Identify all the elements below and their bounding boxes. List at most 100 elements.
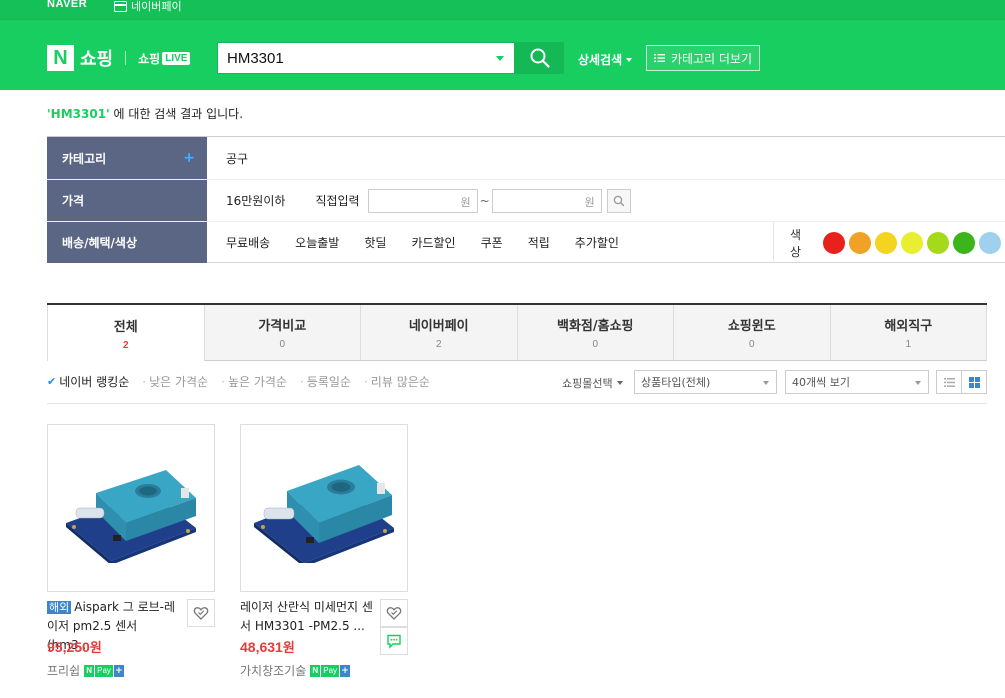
- price-tilde: ~: [479, 193, 490, 208]
- seller-name[interactable]: 가치창조기술: [240, 662, 306, 679]
- bullet-dot: ·: [363, 374, 368, 389]
- filter-label-price: 가격: [47, 180, 207, 221]
- detail-search-label: 상세검색: [578, 53, 623, 67]
- product-type-select[interactable]: 상품타입(전체): [634, 370, 777, 394]
- product-type-value: 상품타입(전체): [641, 376, 711, 389]
- price-max-input[interactable]: 원: [491, 188, 602, 213]
- sort-low-price[interactable]: 낮은 가격순: [149, 373, 208, 390]
- sensor-image: [66, 470, 196, 563]
- list-view-icon: [943, 377, 955, 387]
- naver-n-logo: N: [47, 45, 74, 71]
- price-max-unit: 원: [584, 195, 595, 209]
- talk-button[interactable]: [380, 627, 408, 655]
- chevron-down-icon: [626, 57, 633, 62]
- naver-logo[interactable]: NAVER: [47, 0, 87, 10]
- plus-icon[interactable]: +: [183, 150, 195, 166]
- sort-high-price[interactable]: 높은 가격순: [228, 373, 287, 390]
- color-chip-skyblue[interactable]: [979, 231, 1001, 254]
- npay-badge: N Pay +: [310, 664, 351, 677]
- filter-row-price: 가격 16만원이하 직접입력 원 ~ 원: [47, 179, 1005, 221]
- category-option-tools[interactable]: 공구: [226, 150, 248, 167]
- brand-divider: [125, 51, 127, 65]
- autocomplete-toggle-icon[interactable]: [496, 56, 504, 61]
- color-filter: 색상: [773, 222, 1005, 263]
- tab-department-store[interactable]: 백화점/홈쇼핑 0: [517, 305, 674, 361]
- price-unit: 원: [282, 641, 295, 656]
- product-title[interactable]: 레이저 산란식 미세먼지 센서 HM3301 -PM2.5 ...: [240, 598, 376, 636]
- search-button[interactable]: [515, 42, 564, 74]
- npay-link-label: 네이버페이: [131, 0, 182, 13]
- heart-icon: [193, 607, 209, 620]
- price-search-button[interactable]: [606, 188, 631, 213]
- grid-view-button[interactable]: [961, 370, 987, 394]
- tab-shopping-window[interactable]: 쇼핑윈도 0: [674, 305, 831, 361]
- detail-search-button[interactable]: 상세검색: [578, 51, 633, 68]
- tab-all[interactable]: 전체 2: [47, 305, 205, 361]
- npay-link[interactable]: 네이버페이: [114, 0, 182, 14]
- talk-icon: [387, 634, 401, 649]
- tab-label: 쇼핑윈도: [727, 319, 776, 334]
- category-more-label: 카테고리 더보기: [670, 51, 753, 66]
- list-view-button[interactable]: [936, 370, 962, 394]
- sort-reviews[interactable]: 리뷰 많은순: [371, 373, 430, 390]
- card-icon: [114, 0, 127, 12]
- search-result-message: 'HM3301' 에 대한 검색 결과 입니다.: [47, 105, 243, 122]
- product-image[interactable]: [240, 424, 408, 592]
- global-nav-bar: NAVER 네이버페이: [0, 0, 1005, 20]
- color-chip-yellow[interactable]: [875, 231, 897, 254]
- color-chip-lime[interactable]: [927, 231, 949, 254]
- brand[interactable]: N 쇼핑 쇼핑 LIVE: [47, 45, 191, 71]
- color-chip-green[interactable]: [953, 231, 975, 254]
- product-title-text: 레이저 산란식 미세먼지 센서 HM3301 -PM2.5 ...: [240, 600, 373, 633]
- sort-naver-ranking[interactable]: 네이버 랭킹순: [59, 373, 129, 390]
- shopping-title: 쇼핑: [80, 49, 114, 70]
- tab-price-compare[interactable]: 가격비교 0: [204, 305, 361, 361]
- plus-icon: +: [340, 664, 351, 677]
- zzim-button[interactable]: [380, 599, 408, 627]
- benefit-coupon[interactable]: 쿠폰: [481, 234, 503, 251]
- sort-registered[interactable]: 등록일순: [307, 373, 351, 390]
- chevron-down-icon: [915, 381, 921, 385]
- benefit-points[interactable]: 적립: [528, 234, 550, 251]
- result-keyword: 'HM3301': [47, 107, 110, 121]
- filter-label-category[interactable]: 카테고리 +: [47, 137, 207, 179]
- chevron-down-icon: [763, 381, 769, 385]
- benefit-hotdeal[interactable]: 핫딜: [364, 234, 386, 251]
- list-icon: [653, 54, 665, 62]
- category-more-button[interactable]: 카테고리 더보기: [646, 45, 760, 71]
- search-input[interactable]: [218, 43, 468, 73]
- sensor-image: [254, 465, 394, 563]
- seller-info: 가치창조기술 N Pay +: [240, 662, 351, 679]
- filter-cell-price: 16만원이하 직접입력 원 ~ 원: [207, 180, 1005, 221]
- product-image[interactable]: [47, 424, 215, 592]
- tab-label: 백화점/홈쇼핑: [556, 319, 634, 334]
- benefit-today-ship[interactable]: 오늘출발: [295, 234, 339, 251]
- zzim-button[interactable]: [187, 599, 215, 627]
- tab-naver-pay[interactable]: 네이버페이 2: [361, 305, 518, 361]
- product-card: 레이저 산란식 미세먼지 센서 HM3301 -PM2.5 ... 48,631…: [240, 424, 408, 678]
- color-chip-orange[interactable]: [849, 231, 871, 254]
- tab-overseas[interactable]: 해외직구 1: [830, 305, 987, 361]
- price-min-unit: 원: [460, 195, 471, 209]
- shopping-live-label[interactable]: 쇼핑: [138, 50, 160, 67]
- seller-name[interactable]: 프리쉽: [47, 662, 80, 679]
- color-chip-lemon[interactable]: [901, 231, 923, 254]
- result-tabs: 전체 2 가격비교 0 네이버페이 2 백화점/홈쇼핑 0 쇼핑윈도 0 해외직…: [47, 303, 987, 361]
- per-page-select[interactable]: 40개씩 보기: [785, 370, 929, 394]
- mall-select-label: 쇼핑몰선택: [562, 377, 613, 390]
- tab-count: 2: [435, 339, 442, 350]
- search-box: [217, 42, 515, 74]
- live-badge[interactable]: LIVE: [162, 51, 191, 65]
- benefit-free-shipping[interactable]: 무료배송: [226, 234, 270, 251]
- price-min-input[interactable]: 원: [367, 188, 478, 213]
- benefit-extra-discount[interactable]: 추가할인: [575, 234, 619, 251]
- color-chip-red[interactable]: [823, 231, 845, 254]
- bullet-dot: ·: [221, 374, 225, 389]
- mall-select-button[interactable]: 쇼핑몰선택: [562, 375, 623, 391]
- price-preset[interactable]: 16만원이하: [226, 192, 285, 209]
- filter-table: 카테고리 + 공구 가격 16만원이하 직접입력 원 ~ 원 배송/혜택/색상 …: [47, 136, 1005, 263]
- tab-count: 0: [279, 339, 286, 350]
- npay-pay: Pay: [95, 664, 113, 677]
- benefit-card-discount[interactable]: 카드할인: [411, 234, 455, 251]
- filter-cell-category: 공구: [207, 137, 1005, 179]
